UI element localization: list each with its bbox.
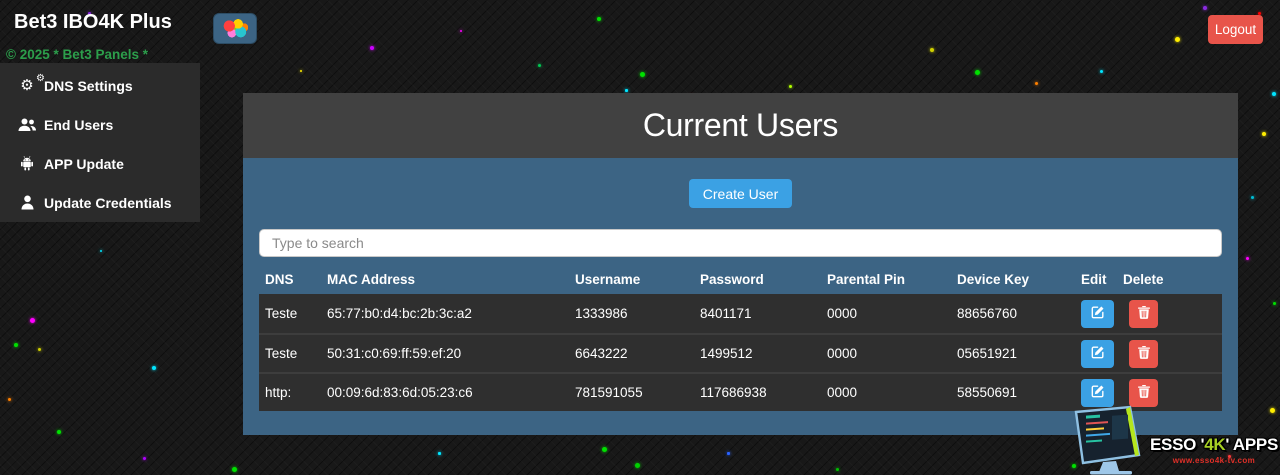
- page-title: Bet3 IBO4K Plus: [14, 11, 172, 34]
- graffiti-sticker-icon: [222, 18, 248, 39]
- esso-watermark: ESSO '4K' APPS www.esso4k-tv.com: [1066, 405, 1278, 475]
- sidebar-item-label: End Users: [44, 117, 113, 133]
- watermark-text: ESSO '4K' APPS www.esso4k-tv.com: [1150, 435, 1278, 475]
- edit-button[interactable]: [1081, 379, 1114, 407]
- create-user-button[interactable]: Create User: [689, 179, 792, 208]
- cogs-icon: ⚙⚙: [15, 78, 39, 93]
- header-dns: DNS: [259, 272, 321, 287]
- sidebar-item-label: APP Update: [44, 156, 124, 172]
- header-delete: Delete: [1115, 272, 1222, 287]
- sidebar: ⚙⚙ DNS Settings End Users APP Update Upd…: [0, 63, 200, 222]
- panel-title: Current Users: [643, 107, 838, 144]
- sidebar-item-end-users[interactable]: End Users: [0, 105, 200, 144]
- delete-button[interactable]: [1129, 379, 1158, 407]
- trash-icon: [1138, 346, 1150, 362]
- edit-button[interactable]: [1081, 340, 1114, 368]
- current-users-panel: Current Users Create User DNS MAC Addres…: [243, 93, 1238, 435]
- sidebar-item-app-update[interactable]: APP Update: [0, 144, 200, 183]
- users-table: DNS MAC Address Username Password Parent…: [259, 265, 1222, 411]
- android-icon: [15, 156, 39, 171]
- brand-text: ESSO '4K' APPS: [1150, 435, 1278, 455]
- header-edit: Edit: [1075, 272, 1115, 287]
- cell-mac-address: 00:09:6d:83:6d:05:23:c6: [321, 385, 569, 400]
- cell-device-key: 58550691: [951, 385, 1075, 400]
- delete-button[interactable]: [1129, 340, 1158, 368]
- sidebar-item-dns-settings[interactable]: ⚙⚙ DNS Settings: [0, 66, 200, 105]
- cell-parental-pin: 0000: [821, 346, 951, 361]
- user-icon: [15, 195, 39, 210]
- table-header-row: DNS MAC Address Username Password Parent…: [259, 265, 1222, 294]
- cell-password: 1499512: [694, 346, 821, 361]
- cell-device-key: 88656760: [951, 306, 1075, 321]
- header-password: Password: [694, 272, 821, 287]
- pencil-square-icon: [1091, 345, 1105, 362]
- edit-button[interactable]: [1081, 300, 1114, 328]
- brand-url: www.esso4k-tv.com: [1150, 456, 1278, 465]
- header-mac-address: MAC Address: [321, 272, 569, 287]
- sidebar-item-label: DNS Settings: [44, 78, 133, 94]
- cell-username: 6643222: [569, 346, 694, 361]
- brand-highlight: 4K: [1204, 435, 1225, 454]
- delete-button[interactable]: [1129, 300, 1158, 328]
- panel-header: Current Users: [243, 93, 1238, 158]
- cell-mac-address: 50:31:c0:69:ff:59:ef:20: [321, 346, 569, 361]
- sidebar-item-update-credentials[interactable]: Update Credentials: [0, 183, 200, 222]
- trash-icon: [1138, 306, 1150, 322]
- copyright-text: © 2025 * Bet3 Panels *: [6, 47, 148, 62]
- header-parental-pin: Parental Pin: [821, 272, 951, 287]
- users-icon: [15, 118, 39, 132]
- cell-username: 781591055: [569, 385, 694, 400]
- cell-username: 1333986: [569, 306, 694, 321]
- cell-dns: Teste: [259, 346, 321, 361]
- cell-dns: Teste: [259, 306, 321, 321]
- app-logo-button[interactable]: [213, 13, 257, 44]
- header-device-key: Device Key: [951, 272, 1075, 287]
- cell-password: 8401171: [694, 306, 821, 321]
- table-row: Teste 65:77:b0:d4:bc:2b:3c:a2 1333986 84…: [259, 294, 1222, 333]
- monitor-illustration-icon: [1066, 405, 1158, 475]
- table-body: Teste 65:77:b0:d4:bc:2b:3c:a2 1333986 84…: [259, 294, 1222, 411]
- trash-icon: [1138, 385, 1150, 401]
- pencil-square-icon: [1091, 305, 1105, 322]
- logout-button[interactable]: Logout: [1208, 15, 1263, 44]
- cell-parental-pin: 0000: [821, 385, 951, 400]
- panel-body: Create User DNS MAC Address Username Pas…: [243, 158, 1238, 435]
- cell-mac-address: 65:77:b0:d4:bc:2b:3c:a2: [321, 306, 569, 321]
- pencil-square-icon: [1091, 384, 1105, 401]
- cell-parental-pin: 0000: [821, 306, 951, 321]
- cell-password: 117686938: [694, 385, 821, 400]
- sidebar-item-label: Update Credentials: [44, 195, 172, 211]
- header-username: Username: [569, 272, 694, 287]
- search-input[interactable]: [259, 229, 1222, 257]
- cell-device-key: 05651921: [951, 346, 1075, 361]
- cell-dns: http:: [259, 385, 321, 400]
- table-row: Teste 50:31:c0:69:ff:59:ef:20 6643222 14…: [259, 333, 1222, 372]
